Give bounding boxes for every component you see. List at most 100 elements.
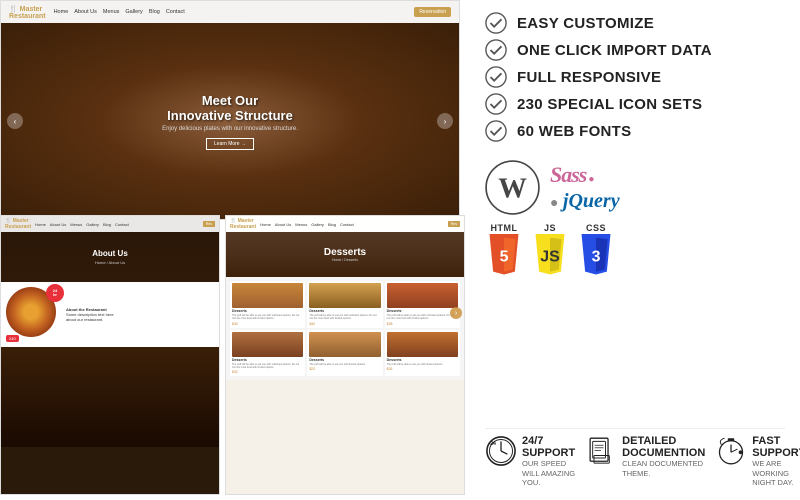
menu-item-6: Desserts The puff will be able to eat yo… <box>385 330 460 377</box>
menu-name-4: Desserts <box>232 358 303 362</box>
svg-text:3: 3 <box>592 249 601 266</box>
mock-about-logo: 🍴 MasterRestaurant <box>5 218 31 230</box>
check-icon-1 <box>485 12 507 34</box>
support-text: 24/7 SUPPORT OUR SPEED WILL AMAZING YOU. <box>522 435 575 488</box>
menu-item-4: Desserts The puff will be able to eat yo… <box>230 330 305 377</box>
js-label: JS <box>544 223 556 233</box>
menu-item-3: Desserts The puff will be able to eat yo… <box>385 281 460 328</box>
check-icon-2 <box>485 39 507 61</box>
mock-logo: 🍴 MasterRestaurant <box>9 5 46 20</box>
menu-desc-1: The puff will be able to eat you with un… <box>232 314 303 321</box>
mock-reservation-btn: Reservation <box>414 7 451 17</box>
bottom-left-screenshot: 🍴 MasterRestaurant HomeAbout UsMenusGall… <box>0 215 220 495</box>
sass-logo: Sass <box>550 162 586 188</box>
mock-hero-title2: Innovative Structure <box>162 108 298 123</box>
fast-feature: FAST SUPPORT WE ARE WORKING NIGHT DAY. <box>715 435 800 488</box>
mock-hero-text: Meet Our Innovative Structure Enjoy deli… <box>162 93 298 150</box>
mock-hero: ‹ Meet Our Innovative Structure Enjoy de… <box>1 23 459 219</box>
html-label: HTML <box>491 223 518 233</box>
mock-desserts-reservation: Res <box>448 221 460 227</box>
menu-img-5 <box>309 332 380 357</box>
mock-desserts-nav: 🍴 MasterRestaurant HomeAbout UsMenusGall… <box>226 216 464 232</box>
menu-desc-2: The puff will be able to eat you with un… <box>309 314 380 321</box>
check-icon-4 <box>485 93 507 115</box>
mock-about-reservation: Res <box>203 221 215 227</box>
mock-pizza-badge2: 240 <box>6 335 19 342</box>
menu-img-4 <box>232 332 303 357</box>
jquery-logo: jQuery <box>563 190 620 212</box>
menu-price-5: $22 <box>309 367 380 371</box>
main-container: 🍴 MasterRestaurant HomeAbout UsMenusGall… <box>0 0 800 500</box>
menu-name-6: Desserts <box>387 358 458 362</box>
docs-feature: DETAILED DOCUMENTION CLEAN DOCUMENTED TH… <box>585 435 705 479</box>
menu-desc-5: The puff will be able to eat you with li… <box>309 363 380 366</box>
tech-section: W Sass ● ● jQuery <box>485 160 785 215</box>
top-screenshot: 🍴 MasterRestaurant HomeAbout UsMenusGall… <box>0 0 460 220</box>
mock-food-bg <box>1 347 219 447</box>
mock-pizza-section: 24hr 240 About the Restaurant Some descr… <box>1 282 219 347</box>
fast-title: FAST SUPPORT <box>752 435 800 459</box>
mock-navbar: 🍴 MasterRestaurant HomeAbout UsMenusGall… <box>1 1 459 23</box>
fast-icon <box>715 435 747 467</box>
menu-desc-3: The puff will be able to eat you with un… <box>387 314 458 321</box>
menu-img-2 <box>309 283 380 308</box>
feature-responsive: FULL RESPONSIVE <box>485 66 785 88</box>
check-icon-3 <box>485 66 507 88</box>
css3-badge: 3 <box>577 234 615 276</box>
docs-title: DETAILED DOCUMENTION <box>622 435 705 459</box>
mock-desserts-hero: Desserts Home / Desserts <box>226 232 464 277</box>
menu-price-2: $40 <box>309 322 380 326</box>
svg-text:24: 24 <box>490 441 496 447</box>
css3-badge-container: CSS 3 <box>577 223 615 276</box>
mock-desserts-title: Desserts <box>324 247 366 258</box>
menu-img-3 <box>387 283 458 308</box>
bottom-right-screenshot: 🍴 MasterRestaurant HomeAbout UsMenusGall… <box>225 215 465 495</box>
mock-about-hero: About Us Home / About Us <box>1 232 219 282</box>
feature-text-5: 60 WEB FONTS <box>517 123 631 140</box>
fast-subtitle: WE ARE WORKING NIGHT DAY. <box>752 459 800 488</box>
mock-learn-more: Learn More → <box>206 138 254 150</box>
menu-item-1: Desserts The puff will be able to eat yo… <box>230 281 305 328</box>
mock-nav-links: HomeAbout UsMenusGalleryBlogContact <box>54 9 185 15</box>
sass-dot: ● <box>588 174 594 185</box>
svg-text:JS: JS <box>540 249 559 266</box>
mock-menu-grid: Desserts The puff will be able to eat yo… <box>226 277 464 380</box>
docs-icon <box>585 435 617 467</box>
mock-about-desc: About the Restaurant Some description te… <box>66 307 114 322</box>
mock-pizza-img: 24hr 240 <box>6 287 61 342</box>
menu-name-3: Desserts <box>387 309 458 313</box>
menu-desc-6: The puff will be able to eat you with li… <box>387 363 458 366</box>
wordpress-logo: W <box>485 160 540 215</box>
mock-about-nav: 🍴 MasterRestaurant HomeAbout UsMenusGall… <box>1 216 219 232</box>
menu-price-3: $28 <box>387 322 458 326</box>
menu-price-6: $26 <box>387 367 458 371</box>
menu-item-2: Desserts The puff will be able to eat yo… <box>307 281 382 328</box>
check-icon-5 <box>485 120 507 142</box>
menu-price-1: $30 <box>232 322 303 326</box>
left-panel: 🍴 MasterRestaurant HomeAbout UsMenusGall… <box>0 0 470 500</box>
js-badge: JS <box>531 234 569 276</box>
mock-desserts-logo: 🍴 MasterRestaurant <box>230 218 256 230</box>
support-title: 24/7 SUPPORT <box>522 435 575 459</box>
fast-text: FAST SUPPORT WE ARE WORKING NIGHT DAY. <box>752 435 800 488</box>
mock-hero-sub: Enjoy delicious plates with our innovati… <box>162 126 298 132</box>
css-label: CSS <box>586 223 606 233</box>
html5-badge: 5 <box>485 234 523 276</box>
feature-text-1: EASY CUSTOMIZE <box>517 15 654 32</box>
menu-price-4: $32 <box>232 370 303 374</box>
feature-text-3: FULL RESPONSIVE <box>517 69 661 86</box>
feature-icon-sets: 230 SPECIAL ICON SETS <box>485 93 785 115</box>
mock-desserts-breadcrumb: Home / Desserts <box>332 258 358 262</box>
mock-about-title: About Us <box>92 249 128 258</box>
menu-item-5: Desserts The puff will be able to eat yo… <box>307 330 382 377</box>
menu-name-1: Desserts <box>232 309 303 313</box>
support-subtitle: OUR SPEED WILL AMAZING YOU. <box>522 459 575 488</box>
feature-text-2: ONE CLICK IMPORT DATA <box>517 42 712 59</box>
feature-web-fonts: 60 WEB FONTS <box>485 120 785 142</box>
feature-list: EASY CUSTOMIZE ONE CLICK IMPORT DATA FUL… <box>485 12 785 142</box>
feature-easy-customize: EASY CUSTOMIZE <box>485 12 785 34</box>
menu-name-5: Desserts <box>309 358 380 362</box>
mock-hero-title: Meet Our <box>162 93 298 108</box>
js-badge-container: JS JS <box>531 223 569 276</box>
right-panel: EASY CUSTOMIZE ONE CLICK IMPORT DATA FUL… <box>470 0 800 500</box>
